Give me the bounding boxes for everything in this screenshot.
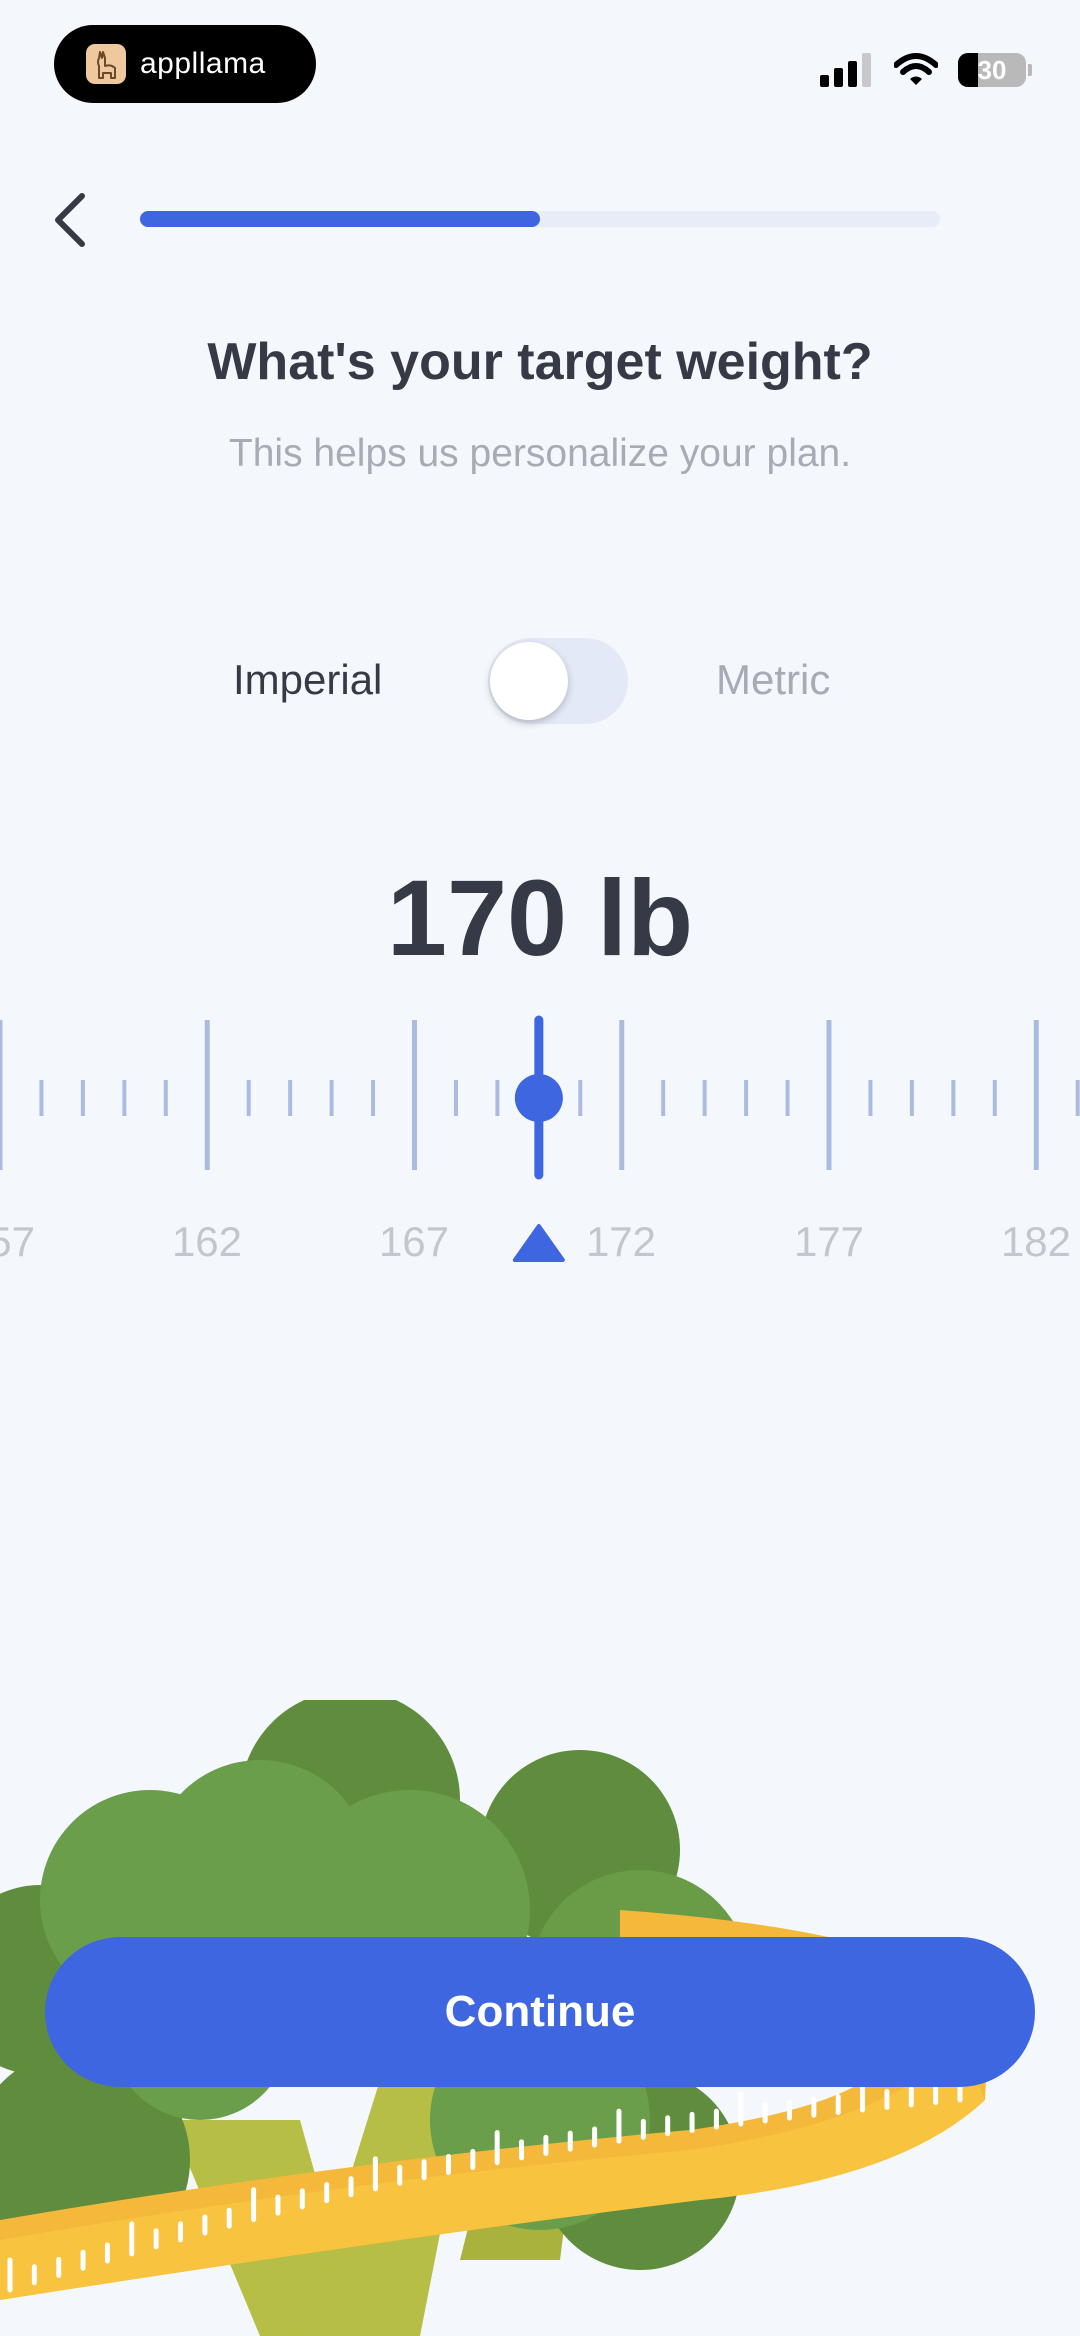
battery-level: 30 xyxy=(977,54,1007,85)
ruler-label: 172 xyxy=(585,1218,657,1265)
back-button[interactable] xyxy=(50,190,98,250)
cellular-signal-icon xyxy=(820,53,871,87)
chevron-left-icon xyxy=(55,193,85,247)
page-title: What's your target weight? xyxy=(207,333,873,391)
battery-tip xyxy=(1028,64,1032,76)
slider-handle[interactable] xyxy=(514,1074,563,1122)
progress-track xyxy=(140,211,940,227)
llama-logo-icon xyxy=(86,44,126,84)
weight-ruler-slider[interactable]: 157 162 167 172 177 182 xyxy=(0,1010,1080,1300)
battery-icon: 30 xyxy=(958,53,1026,87)
ruler-label: 157 xyxy=(0,1218,36,1265)
status-icons: 30 xyxy=(820,50,1032,90)
toggle-knob xyxy=(490,642,568,720)
unit-toggle-switch[interactable] xyxy=(488,638,628,724)
continue-button[interactable]: Continue xyxy=(45,1937,1035,2087)
pointer-triangle-icon xyxy=(512,1224,565,1262)
wifi-icon xyxy=(894,53,938,85)
ruler-label: 167 xyxy=(378,1218,450,1265)
app-name: appllama xyxy=(140,47,266,80)
ruler-label: 162 xyxy=(171,1218,243,1265)
unit-imperial-label[interactable]: Imperial xyxy=(233,656,382,704)
ruler-label: 177 xyxy=(793,1218,865,1265)
ruler-label: 182 xyxy=(1000,1218,1072,1265)
progress-fill xyxy=(140,211,540,227)
page-subtitle: This helps us personalize your plan. xyxy=(228,432,852,475)
unit-metric-label[interactable]: Metric xyxy=(716,656,830,704)
app-badge[interactable]: appllama xyxy=(54,25,316,103)
weight-value: 170 lb xyxy=(386,857,694,978)
